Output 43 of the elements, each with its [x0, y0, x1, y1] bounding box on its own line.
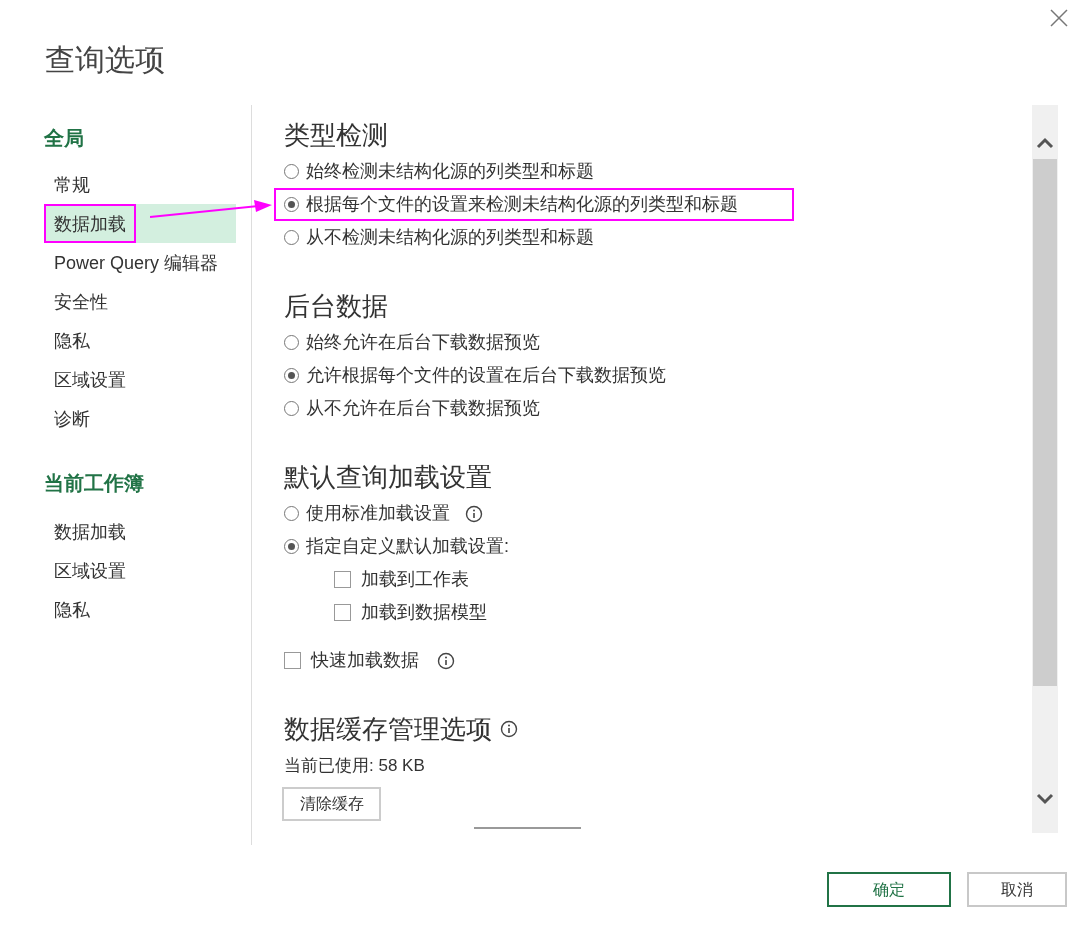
ok-button[interactable]: 确定: [827, 872, 951, 907]
scrollbar-thumb[interactable]: [1033, 159, 1057, 686]
cache-usage-text: 当前已使用: 58 KB: [284, 755, 425, 778]
sidebar-item[interactable]: 诊断: [44, 399, 100, 438]
section-heading: 后台数据: [284, 289, 388, 323]
sidebar-item[interactable]: 数据加载: [44, 512, 136, 551]
checkbox-option[interactable]: 加载到工作表: [332, 563, 471, 596]
cancel-button[interactable]: 取消: [967, 872, 1067, 907]
radio-option[interactable]: 根据每个文件的设置来检测未结构化源的列类型和标题: [274, 188, 794, 221]
checkbox[interactable]: [334, 571, 351, 588]
sidebar-group-heading: 全局: [44, 126, 85, 151]
info-icon[interactable]: [437, 651, 455, 670]
radio-option[interactable]: 始终允许在后台下载数据预览: [282, 326, 542, 359]
close-icon[interactable]: [1049, 8, 1069, 28]
radio-option[interactable]: 允许根据每个文件的设置在后台下载数据预览: [282, 359, 668, 392]
section-heading: 类型检测: [284, 118, 388, 152]
sidebar-group-heading: 当前工作簿: [44, 471, 145, 496]
window-title: 查询选项: [45, 42, 165, 78]
checkbox-option[interactable]: 加载到数据模型: [332, 596, 489, 629]
section-heading: 默认查询加载设置: [284, 460, 492, 494]
info-icon[interactable]: [465, 504, 483, 523]
radio-option[interactable]: 始终检测未结构化源的列类型和标题: [282, 155, 596, 188]
scroll-down-icon[interactable]: [1036, 793, 1054, 805]
section-heading: 数据缓存管理选项: [284, 712, 492, 746]
sidebar-item[interactable]: 数据加载: [44, 204, 136, 243]
radio-option[interactable]: 从不检测未结构化源的列类型和标题: [282, 221, 596, 254]
sidebar-item[interactable]: 隐私: [44, 590, 100, 629]
checkbox[interactable]: [334, 604, 351, 621]
radio-option[interactable]: 指定自定义默认加载设置:: [282, 530, 511, 563]
sidebar-item[interactable]: 常规: [44, 165, 100, 204]
sidebar-item[interactable]: 安全性: [44, 282, 118, 321]
checkbox-option[interactable]: 快速加载数据: [282, 644, 457, 677]
scrollbar[interactable]: [1032, 105, 1058, 833]
sidebar-item[interactable]: 区域设置: [44, 551, 136, 590]
checkbox[interactable]: [284, 652, 301, 669]
radio-option[interactable]: 使用标准加载设置: [282, 497, 485, 530]
info-icon[interactable]: [500, 720, 518, 738]
sidebar-item[interactable]: 区域设置: [44, 360, 136, 399]
radio-option[interactable]: 从不允许在后台下载数据预览: [282, 392, 542, 425]
sidebar-item[interactable]: Power Query 编辑器: [44, 243, 229, 282]
scroll-up-icon[interactable]: [1036, 137, 1054, 149]
sidebar-item[interactable]: 隐私: [44, 321, 100, 360]
clear-cache-button[interactable]: 清除缓存: [282, 787, 381, 821]
